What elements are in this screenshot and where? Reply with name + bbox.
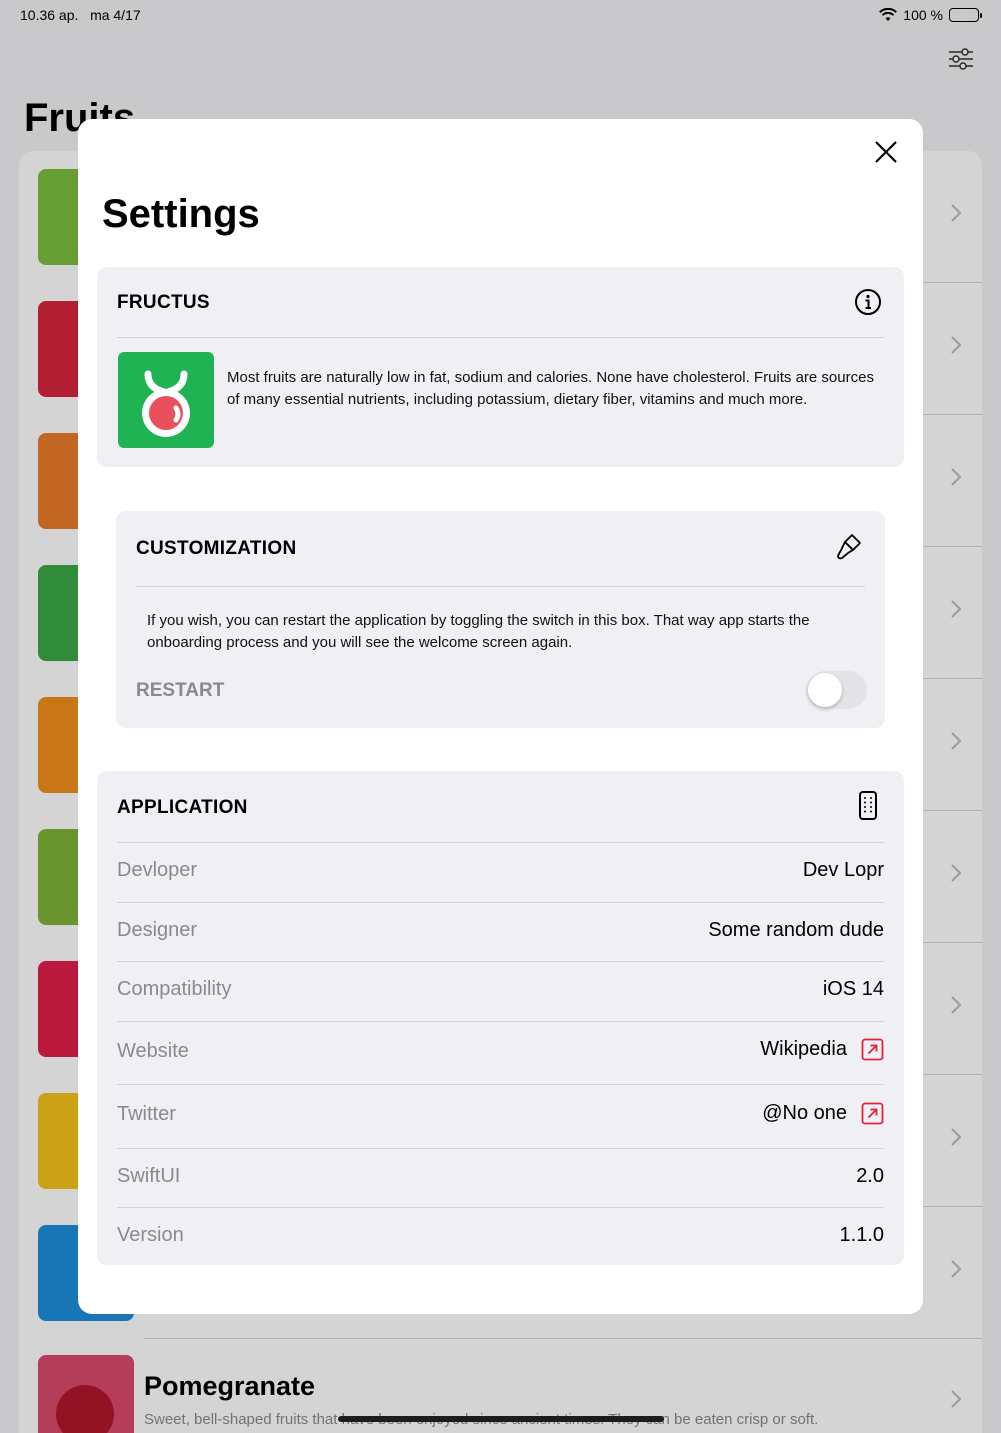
customization-group: CUSTOMIZATION If you wish, you can resta…	[116, 511, 885, 728]
info-row-swiftui: SwiftUI 2.0	[117, 1148, 884, 1207]
paintbrush-icon	[837, 534, 861, 560]
fructus-description: Most fruits are naturally low in fat, so…	[227, 369, 874, 408]
application-label: APPLICATION	[117, 797, 248, 818]
info-value: 1.1.0	[840, 1224, 884, 1247]
info-value-text: Dev Lopr	[802, 859, 884, 881]
fructus-group: FRUCTUS Most fruits are naturally low in…	[97, 267, 904, 467]
close-icon[interactable]	[873, 139, 899, 165]
settings-title: Settings	[102, 192, 260, 236]
app-logo-graphic	[142, 370, 190, 437]
toggle-knob	[808, 673, 842, 707]
info-value-text: Some random dude	[708, 919, 884, 941]
twitter-link[interactable]: @No one	[762, 1102, 847, 1125]
info-row-developer: Devloper Dev Lopr	[117, 842, 884, 902]
info-row-compatibility: Compatibility iOS 14	[117, 961, 884, 1021]
info-value[interactable]: @No one	[762, 1102, 884, 1125]
ipad-icon	[859, 791, 877, 820]
info-value: 2.0	[856, 1165, 884, 1188]
info-row-website[interactable]: Website Wikipedia	[117, 1021, 884, 1084]
info-key: Devloper	[117, 859, 198, 881]
info-value-text: iOS 14	[822, 978, 884, 1000]
customization-description: If you wish, you can restart the applica…	[147, 612, 810, 651]
home-indicator[interactable]	[338, 1416, 664, 1422]
app-logo	[118, 352, 214, 448]
info-circle-icon	[855, 289, 881, 315]
info-value-text: 1.1.0	[839, 1224, 884, 1246]
customization-label: CUSTOMIZATION	[136, 538, 297, 559]
application-header: APPLICATION	[117, 771, 884, 842]
info-value: iOS 14	[823, 978, 884, 1001]
info-value[interactable]: Wikipedia	[760, 1038, 884, 1061]
customization-header: CUSTOMIZATION	[136, 511, 865, 587]
external-link-icon[interactable]	[861, 1038, 884, 1061]
restart-label: RESTART	[136, 680, 225, 701]
info-key: Twitter	[117, 1103, 176, 1125]
info-value: Some random dude	[708, 919, 884, 942]
website-link[interactable]: Wikipedia	[760, 1038, 847, 1061]
info-value-text: 2.0	[856, 1165, 884, 1187]
info-value: Dev Lopr	[803, 859, 884, 882]
fructus-label: FRUCTUS	[117, 292, 210, 313]
info-key: Version	[117, 1224, 184, 1246]
application-group: APPLICATION Devloper Dev Lopr Designer S…	[97, 771, 904, 1265]
restart-toggle[interactable]	[806, 671, 867, 709]
info-key: Compatibility	[117, 978, 232, 1000]
settings-sheet: Settings FRUCTUS Most fruits are natural…	[78, 119, 923, 1314]
info-key: Website	[117, 1040, 189, 1062]
info-key: Designer	[117, 919, 198, 941]
external-link-icon[interactable]	[861, 1102, 884, 1125]
info-row-twitter[interactable]: Twitter @No one	[117, 1084, 884, 1148]
info-row-designer: Designer Some random dude	[117, 902, 884, 961]
fructus-header: FRUCTUS	[117, 267, 884, 338]
info-row-version: Version 1.1.0	[117, 1207, 884, 1265]
info-key: SwiftUI	[117, 1165, 181, 1187]
